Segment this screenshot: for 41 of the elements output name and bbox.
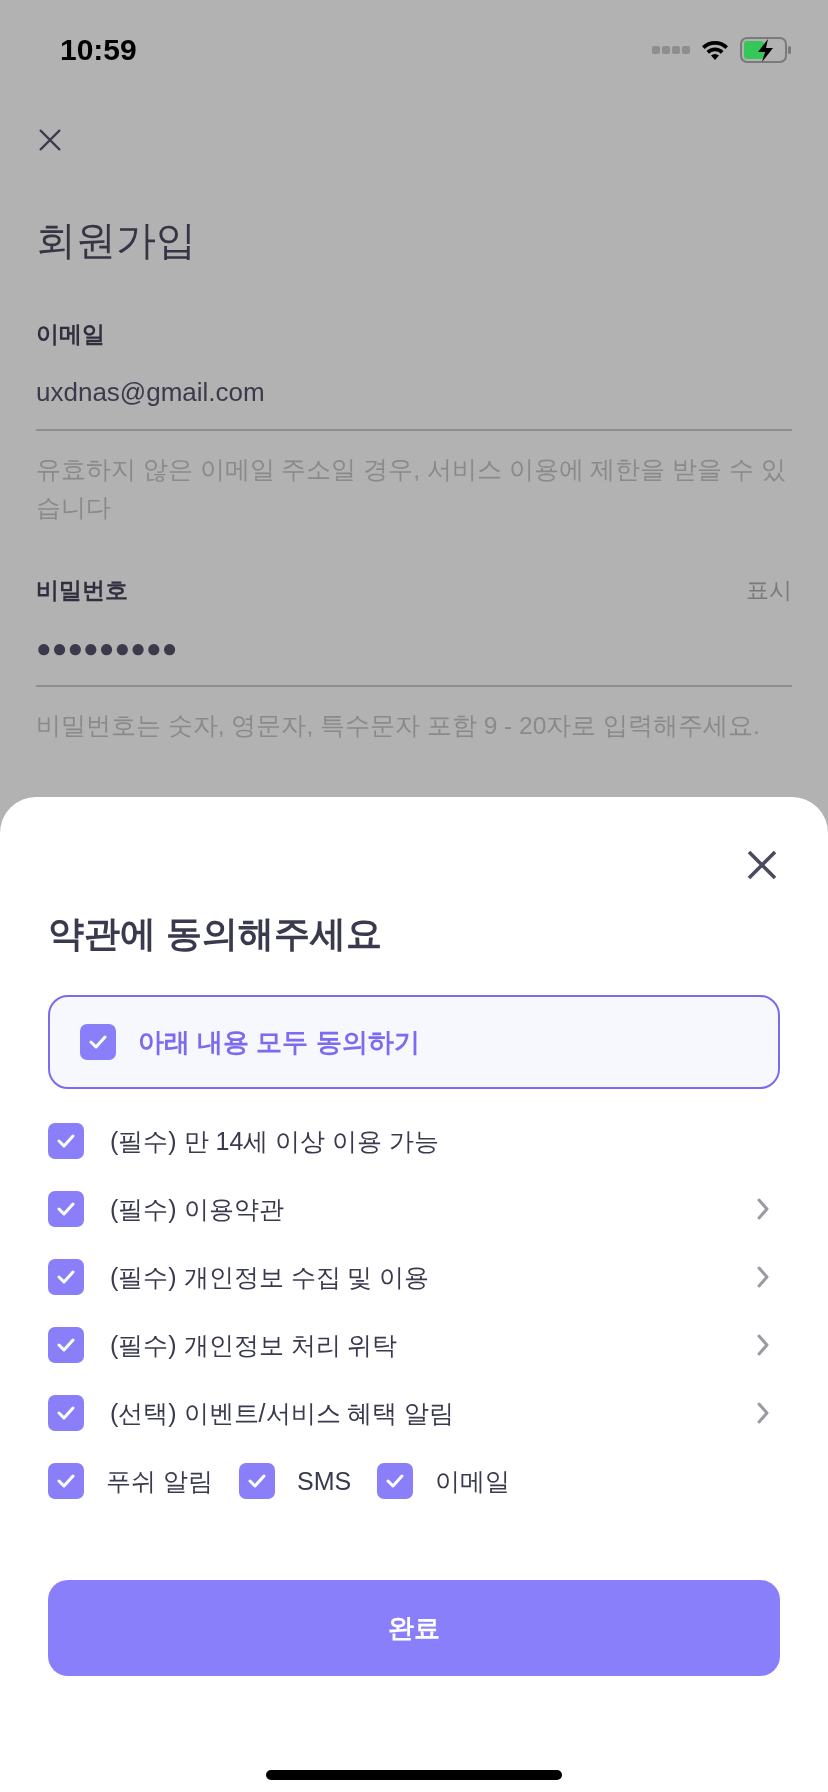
status-time: 10:59 <box>60 33 137 67</box>
channel-label: 이메일 <box>435 1465 511 1497</box>
checkmark-icon <box>386 1474 405 1488</box>
checkbox[interactable] <box>377 1463 414 1499</box>
checkbox[interactable] <box>48 1259 84 1295</box>
sheet-title: 약관에 동의해주세요 <box>48 912 383 956</box>
field-label: 비밀번호 <box>36 576 128 605</box>
checkbox[interactable] <box>48 1395 84 1431</box>
checkbox[interactable] <box>48 1463 84 1499</box>
close-button[interactable] <box>746 849 778 881</box>
signal-icon <box>652 46 690 54</box>
checkmark-icon <box>57 1406 75 1420</box>
channel-label: 푸쉬 알림 <box>106 1465 213 1497</box>
term-label: (필수) 개인정보 수집 및 이용 <box>110 1261 430 1293</box>
checkmark-icon <box>57 1338 75 1352</box>
agree-all-button[interactable]: 아래 내용 모두 동의하기 <box>48 995 780 1089</box>
email-field[interactable]: uxdnas@gmail.com <box>36 375 792 431</box>
submit-button[interactable]: 완료 <box>48 1580 780 1676</box>
password-field[interactable]: ●●●●●●●●● <box>36 631 792 687</box>
checkmark-icon <box>89 1035 107 1049</box>
page-title: 회원가입 <box>36 217 197 264</box>
term-label: (필수) 개인정보 처리 위탁 <box>110 1329 398 1361</box>
checkbox[interactable] <box>48 1191 84 1227</box>
checkmark-icon <box>247 1474 266 1488</box>
wifi-icon <box>700 38 730 62</box>
checkmark-icon <box>57 1474 75 1488</box>
battery-icon <box>740 37 792 63</box>
term-label: (선택) 이벤트/서비스 혜택 알림 <box>110 1397 455 1429</box>
field-label: 이메일 <box>36 320 105 349</box>
channel-label: SMS <box>296 1466 352 1496</box>
close-button[interactable] <box>38 128 62 152</box>
checkbox[interactable] <box>48 1327 84 1363</box>
checkmark-icon <box>57 1270 75 1284</box>
term-label: (필수) 이용약관 <box>110 1193 284 1225</box>
checkbox[interactable] <box>80 1024 116 1060</box>
term-label: (필수) 만 14세 이상 이용 가능 <box>110 1125 440 1157</box>
checkbox[interactable] <box>48 1123 84 1159</box>
show-password-button[interactable]: 표시 <box>746 575 792 605</box>
checkmark-icon <box>57 1134 75 1148</box>
checkbox[interactable] <box>238 1463 275 1499</box>
checkmark-icon <box>57 1202 75 1216</box>
